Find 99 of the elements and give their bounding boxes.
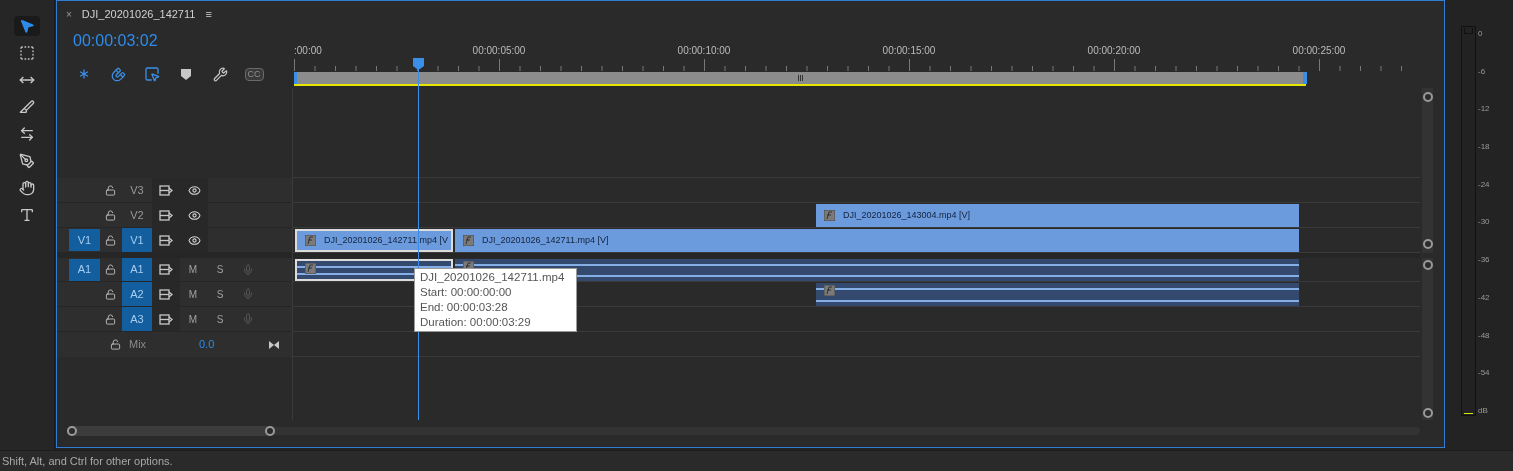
vertical-scrollbar[interactable] <box>1422 88 1433 253</box>
meter-label: -18 <box>1478 142 1490 153</box>
meter-label: dB <box>1478 405 1489 416</box>
meter-label: -6 <box>1478 66 1487 77</box>
pointer-icon <box>19 18 35 34</box>
track-target[interactable]: A1 <box>122 258 152 281</box>
lock-icon[interactable] <box>110 339 121 350</box>
mute-button[interactable]: M <box>188 262 198 277</box>
playhead-handle[interactable] <box>413 58 424 69</box>
lock-icon[interactable] <box>105 288 116 300</box>
video-clip[interactable]: DJI_20201026_142711.mp4 [V] <box>455 229 1299 252</box>
scroll-handle[interactable] <box>1422 92 1433 102</box>
tooltip-text: DJI_20201026_142711.mp4 <box>420 270 566 285</box>
meter-label: -24 <box>1478 179 1490 190</box>
fx-badge-icon <box>305 263 316 274</box>
meter-label: 0 <box>1478 29 1484 39</box>
solo-button[interactable]: S <box>216 262 224 277</box>
lock-icon[interactable] <box>105 234 116 246</box>
tooltip-text: End: 00:00:03:28 <box>420 300 509 315</box>
hand-icon <box>19 180 35 196</box>
lock-icon[interactable] <box>105 264 116 275</box>
sequence-tab[interactable]: DJI_20201026_142711 <box>81 6 196 23</box>
scroll-handle[interactable] <box>1422 408 1433 418</box>
mix-label: Mix <box>129 337 148 353</box>
mute-button[interactable]: M <box>188 311 198 327</box>
fx-badge-icon <box>824 210 835 221</box>
clip-label: DJI_20201026_142711.mp4 [V] <box>482 233 609 247</box>
zoom-scrollbar[interactable] <box>294 72 1306 86</box>
clip-label: DJI_20201026_142711.mp4 [V <box>324 233 448 247</box>
scrollbar-thumb[interactable] <box>67 426 275 436</box>
zoom-handle[interactable] <box>1303 72 1307 84</box>
ruler-label: 00:00:25:00 <box>1292 44 1346 58</box>
sync-lock-icon[interactable] <box>159 184 173 196</box>
mix-value[interactable]: 0.0 <box>199 336 269 353</box>
ruler-label: 00:00:15:00 <box>882 44 936 58</box>
fx-badge-icon <box>463 235 474 246</box>
fx-badge-icon <box>824 285 835 296</box>
audio-clip[interactable] <box>816 283 1299 306</box>
meter-label: -30 <box>1478 217 1490 228</box>
meter-label: -48 <box>1478 330 1490 341</box>
ruler-label: 00:00:20:00 <box>1087 44 1141 58</box>
clip-label: DJI_20201026_143004.mp4 [V] <box>843 208 971 222</box>
scroll-handle[interactable] <box>265 426 275 436</box>
menu-icon[interactable]: ≡ <box>205 6 212 23</box>
tool-button[interactable] <box>14 16 40 36</box>
wrench-icon[interactable] <box>212 66 228 82</box>
eye-icon[interactable] <box>187 208 201 222</box>
track-target[interactable]: V3 <box>122 178 152 202</box>
bowtie-icon[interactable] <box>269 340 279 349</box>
marker-icon[interactable] <box>181 68 191 80</box>
pen-icon <box>19 153 35 169</box>
tooltip-text: Duration: 00:00:03:29 <box>420 315 532 330</box>
scroll-handle[interactable] <box>1422 239 1433 249</box>
horizontal-scrollbar[interactable] <box>67 427 1420 435</box>
scroll-handle[interactable] <box>1422 260 1433 270</box>
meter-label: -12 <box>1478 104 1490 115</box>
linked-selection-icon[interactable] <box>144 66 160 82</box>
status-text: Shift, Alt, and Ctrl for other options. <box>2 453 173 469</box>
close-icon[interactable]: × <box>66 7 72 22</box>
grip-icon <box>797 75 803 81</box>
fx-badge-icon <box>305 235 316 246</box>
lock-icon[interactable] <box>105 184 116 196</box>
lock-icon[interactable] <box>105 209 116 221</box>
razor-icon <box>19 99 35 115</box>
ruler-label: :00:00 <box>294 44 322 58</box>
video-clip[interactable]: DJI_20201026_143004.mp4 [V] <box>816 204 1299 227</box>
meter-label: -36 <box>1478 255 1490 266</box>
sync-lock-icon[interactable] <box>159 264 173 275</box>
vertical-scrollbar[interactable] <box>1422 258 1433 420</box>
zoom-handle[interactable] <box>294 72 297 84</box>
scroll-handle[interactable] <box>67 426 77 436</box>
lock-icon[interactable] <box>105 313 116 325</box>
tooltip-text: Start: 00:00:00:00 <box>420 285 513 300</box>
type-icon <box>19 207 35 223</box>
ruler-label: 00:00:05:00 <box>472 44 526 58</box>
ruler-label: 00:00:10:00 <box>677 44 731 58</box>
meter-label: -54 <box>1478 368 1490 379</box>
solo-button[interactable]: S <box>216 311 224 327</box>
magnet-icon[interactable] <box>110 66 126 82</box>
meter-label: -42 <box>1478 292 1490 303</box>
source-patch[interactable]: A1 <box>69 258 100 281</box>
eye-icon[interactable] <box>187 233 201 247</box>
timecode[interactable]: 00:00:03:02 <box>73 31 292 51</box>
track-target[interactable]: A3 <box>122 307 152 331</box>
track-target[interactable]: V1 <box>122 228 152 252</box>
sync-lock-icon[interactable] <box>159 313 173 325</box>
mute-button[interactable]: M <box>188 286 198 302</box>
time-ruler[interactable]: :00:00 00:00:05:00 00:00:10:00 00:00:15:00 00:00:20:00 00:00:25:00 <box>292 28 1420 88</box>
video-clip[interactable]: DJI_20201026_142711.mp4 [V <box>295 229 453 252</box>
sync-lock-icon[interactable] <box>159 234 173 246</box>
track-target[interactable]: A2 <box>122 282 152 306</box>
sync-lock-icon[interactable] <box>159 288 173 300</box>
dashed-box-icon <box>19 45 35 61</box>
track-target[interactable]: V2 <box>122 203 152 227</box>
sync-lock-icon[interactable] <box>159 209 173 221</box>
source-patch[interactable]: V1 <box>69 229 100 251</box>
solo-button[interactable]: S <box>216 286 224 302</box>
eye-icon[interactable] <box>187 183 201 197</box>
slip-arrow-icon <box>19 126 35 142</box>
